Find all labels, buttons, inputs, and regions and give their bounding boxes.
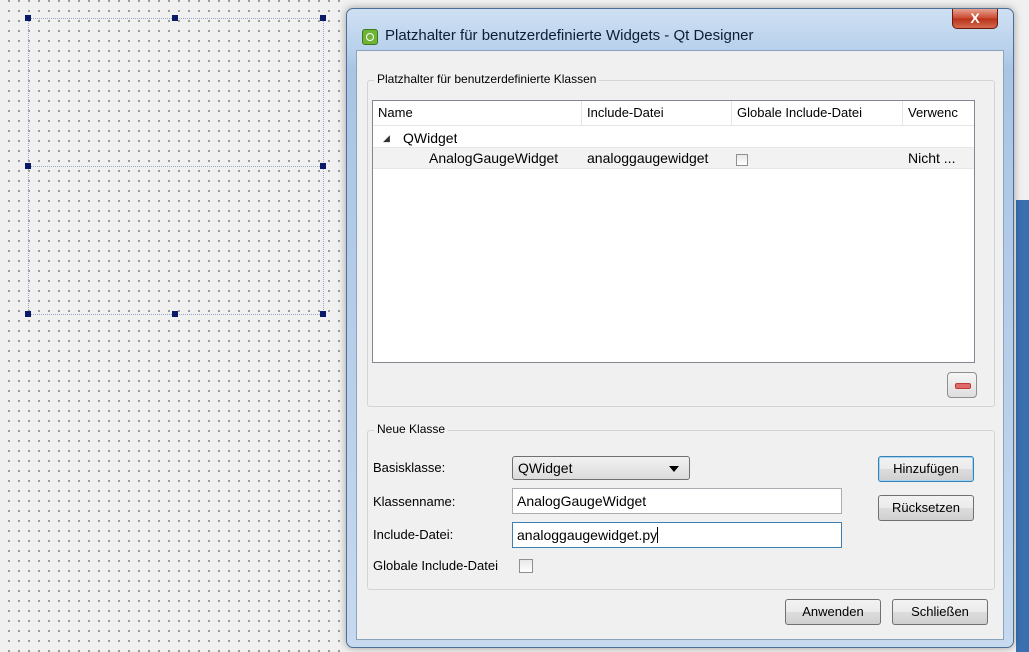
selection-handle[interactable] (172, 15, 178, 21)
tree-row-class[interactable]: AnalogGaugeWidget analoggaugewidget Nich… (373, 147, 974, 169)
selection-handle[interactable] (25, 15, 31, 21)
column-header-global-include[interactable]: Globale Include-Datei (732, 101, 903, 125)
selection-handle[interactable] (25, 163, 31, 169)
tree-row-parent[interactable]: ◢ QWidget (373, 128, 974, 148)
class-name-input-value: AnalogGaugeWidget (517, 493, 647, 509)
minus-icon (955, 383, 971, 389)
designer-form-canvas[interactable] (0, 0, 346, 652)
text-caret (657, 527, 659, 543)
qt-designer-app-icon (362, 29, 378, 45)
selection-outline-middle (26, 166, 322, 167)
class-name-cell: AnalogGaugeWidget (429, 150, 559, 166)
background-window-edge (1016, 200, 1029, 652)
dialog-client-area: Platzhalter für benutzerdefinierte Klass… (356, 50, 1004, 640)
base-class-selected-value: QWidget (518, 460, 573, 476)
close-button[interactable]: Schließen (892, 599, 988, 625)
column-header-name[interactable]: Name (373, 101, 582, 125)
close-icon: X (970, 10, 980, 26)
chevron-down-icon (669, 466, 679, 472)
global-include-label: Globale Include-Datei (373, 558, 499, 573)
parent-class-name: QWidget (403, 130, 458, 146)
column-header-include-file[interactable]: Include-Datei (582, 101, 732, 125)
add-class-button[interactable]: Hinzufügen (878, 456, 974, 482)
remove-class-button[interactable] (947, 372, 977, 398)
selection-handle[interactable] (320, 311, 326, 317)
global-include-checkbox[interactable] (519, 559, 533, 573)
include-file-label: Include-Datei: (373, 527, 454, 542)
column-header-usage[interactable]: Verwenc (903, 101, 976, 125)
selection-handle[interactable] (172, 311, 178, 317)
global-include-row-checkbox[interactable] (736, 154, 748, 166)
selection-handle[interactable] (25, 311, 31, 317)
include-file-cell: analoggaugewidget (587, 150, 709, 166)
class-name-input[interactable]: AnalogGaugeWidget (512, 488, 842, 514)
include-file-input[interactable]: analoggaugewidget.py (512, 522, 842, 548)
apply-button[interactable]: Anwenden (785, 599, 881, 625)
base-class-select[interactable]: QWidget (512, 456, 690, 480)
reset-button[interactable]: Rücksetzen (878, 495, 974, 521)
new-class-legend: Neue Klasse (374, 422, 449, 436)
selection-handle[interactable] (320, 163, 326, 169)
global-include-cell (736, 151, 748, 171)
base-class-label: Basisklasse: (373, 460, 446, 475)
include-file-input-value: analoggaugewidget.py (517, 527, 658, 543)
dialog-titlebar[interactable]: Platzhalter für benutzerdefinierte Widge… (347, 9, 1013, 51)
usage-cell: Nicht ... (908, 150, 956, 166)
class-name-label: Klassenname: (373, 494, 456, 509)
tree-header: Name Include-Datei Globale Include-Datei… (373, 101, 974, 126)
selection-handle[interactable] (320, 15, 326, 21)
dialog-title: Platzhalter für benutzerdefinierte Widge… (385, 27, 754, 44)
window-close-button[interactable]: X (952, 9, 998, 29)
custom-widgets-dialog: Platzhalter für benutzerdefinierte Widge… (346, 8, 1014, 648)
placeholder-classes-legend: Platzhalter für benutzerdefinierte Klass… (374, 72, 600, 86)
placeholder-classes-tree[interactable]: Name Include-Datei Globale Include-Datei… (372, 100, 975, 363)
expanded-triangle-icon[interactable]: ◢ (383, 128, 390, 148)
